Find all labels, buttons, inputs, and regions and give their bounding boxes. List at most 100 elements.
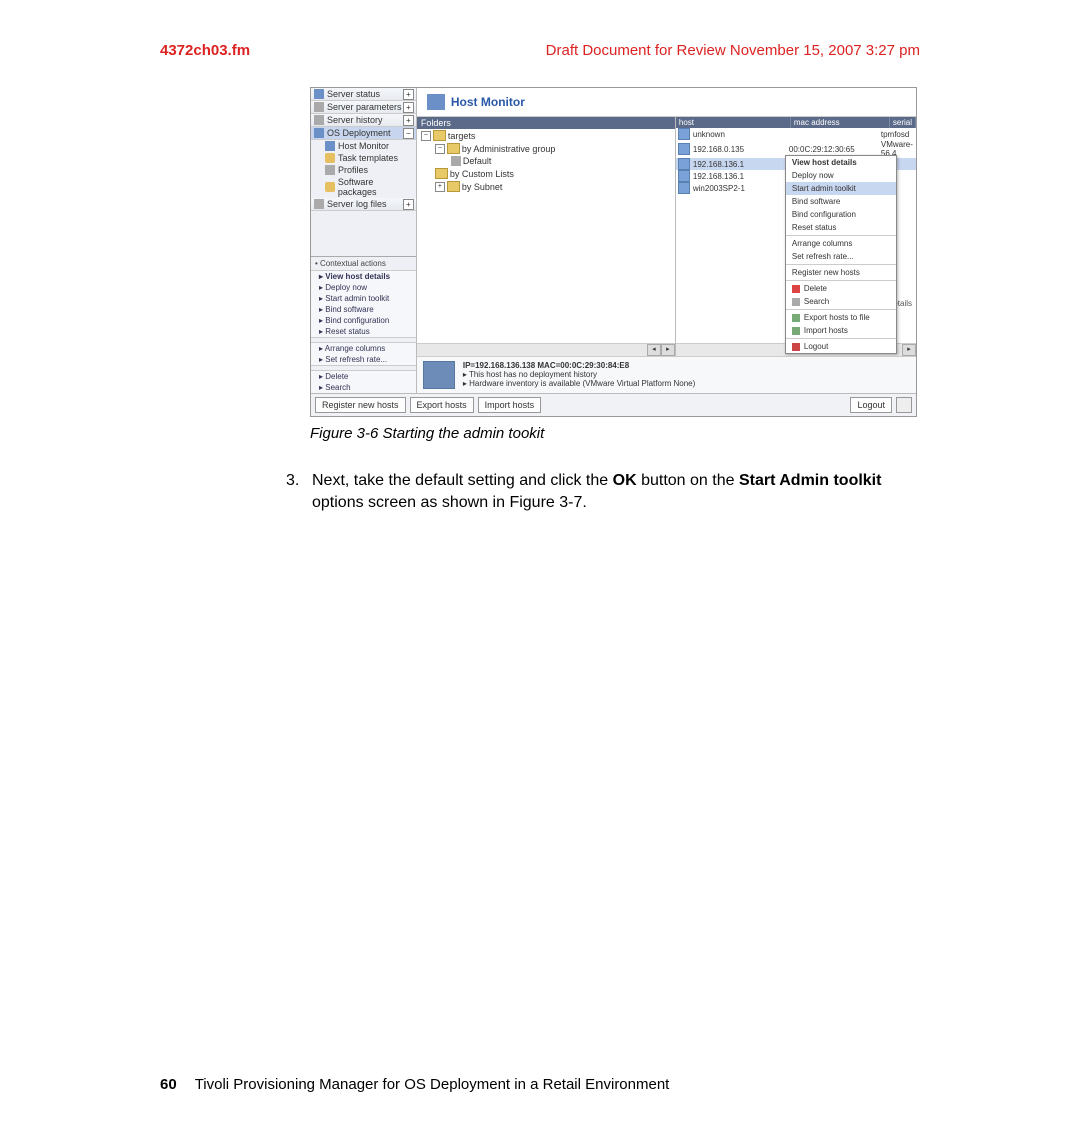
folder-icon: [447, 143, 460, 154]
minus-icon[interactable]: −: [421, 131, 431, 141]
server-icon: [314, 89, 324, 99]
plus-icon[interactable]: +: [435, 182, 445, 192]
col-host[interactable]: host: [676, 117, 791, 128]
package-icon: [325, 182, 335, 192]
menu-export[interactable]: Export hosts to file: [786, 311, 896, 324]
col-mac[interactable]: mac address: [791, 117, 890, 128]
scroll-left-icon[interactable]: ◂: [647, 344, 661, 356]
menu-bind-cfg[interactable]: Bind configuration: [786, 208, 896, 221]
collapse-icon[interactable]: −: [403, 128, 414, 139]
page-number: 60: [160, 1076, 177, 1093]
nav-server-params[interactable]: Server parameters+: [311, 101, 416, 114]
params-icon: [314, 102, 324, 112]
page-header: 4372ch03.fm Draft Document for Review No…: [0, 0, 1080, 59]
figure-caption: Figure 3-6 Starting the admin tookit: [310, 425, 1080, 442]
menu-register[interactable]: Register new hosts: [786, 266, 896, 279]
folders-panel: Folders −targets −by Administrative grou…: [417, 117, 676, 356]
tree-default[interactable]: Default: [417, 155, 675, 167]
history-icon: [314, 115, 324, 125]
menu-delete[interactable]: Delete: [786, 282, 896, 295]
template-icon: [325, 153, 335, 163]
export-button[interactable]: Export hosts: [410, 397, 474, 413]
nav-sub-label: Profiles: [338, 165, 368, 175]
info-inventory: ▸ Hardware inventory is available (VMwar…: [463, 379, 695, 388]
folders-header: Folders: [417, 117, 675, 129]
nav-server-log[interactable]: Server log files +: [311, 198, 416, 211]
folder-icon: [447, 181, 460, 192]
host-row[interactable]: unknowntpmfosd: [676, 128, 916, 140]
host-icon: [678, 128, 690, 140]
host-icon: [678, 143, 690, 155]
computer-icon: [423, 361, 455, 389]
ctx-start-admin[interactable]: ▸ Start admin toolkit: [311, 293, 416, 304]
ctx-refresh[interactable]: ▸ Set refresh rate...: [311, 354, 416, 365]
scroll-right-icon[interactable]: ▸: [902, 344, 916, 356]
menu-search[interactable]: Search: [786, 295, 896, 308]
folders-scrollbar[interactable]: ▸◂: [417, 343, 675, 356]
nav-server-history[interactable]: Server history+: [311, 114, 416, 127]
scroll-right-icon[interactable]: ▸: [661, 344, 675, 356]
nav-server-status[interactable]: Server status +: [311, 88, 416, 101]
tree-targets[interactable]: −targets: [417, 129, 675, 142]
ctx-reset[interactable]: ▸ Reset status: [311, 326, 416, 337]
expand-icon[interactable]: +: [403, 199, 414, 210]
ctx-bind-cfg[interactable]: ▸ Bind configuration: [311, 315, 416, 326]
menu-deploy[interactable]: Deploy now: [786, 169, 896, 182]
context-menu: View host details Deploy now Start admin…: [785, 155, 897, 354]
logout-icon: [792, 343, 800, 351]
host-info-band: IP=192.168.136.138 MAC=00:0C:29:30:84:E8…: [417, 356, 916, 393]
nav-sub-label: Task templates: [338, 153, 398, 163]
export-icon: [792, 314, 800, 322]
col-serial[interactable]: serial: [890, 117, 916, 128]
nav-os-deployment[interactable]: OS Deployment−: [311, 127, 416, 140]
menu-import[interactable]: Import hosts: [786, 324, 896, 337]
ctx-search[interactable]: ▸ Search: [311, 382, 416, 393]
menu-reset[interactable]: Reset status: [786, 221, 896, 234]
host-icon: [678, 158, 690, 170]
page-footer: 60 Tivoli Provisioning Manager for OS De…: [160, 1076, 920, 1093]
nav-sub-profiles[interactable]: Profiles: [311, 164, 416, 176]
header-draft-info: Draft Document for Review November 15, 2…: [546, 42, 920, 59]
tree-by-subnet[interactable]: +by Subnet: [417, 180, 675, 193]
host-icon: [678, 170, 690, 182]
menu-view-host[interactable]: View host details: [786, 156, 896, 169]
hosts-header: host mac address serial: [676, 117, 916, 128]
ctx-view-host[interactable]: ▸ View host details: [311, 271, 416, 282]
menu-start-admin[interactable]: Start admin toolkit: [786, 182, 896, 195]
menu-arrange[interactable]: Arrange columns: [786, 237, 896, 250]
expand-icon[interactable]: +: [403, 102, 414, 113]
nav-label: Server status: [327, 89, 380, 99]
panel-title: Host Monitor: [451, 95, 525, 109]
nav-sub-host-monitor[interactable]: Host Monitor: [311, 140, 416, 152]
menu-logout[interactable]: Logout: [786, 340, 896, 353]
ctx-head: • Contextual actions: [311, 257, 416, 271]
title-bar: Host Monitor: [417, 88, 916, 117]
nav-label: Server log files: [327, 199, 387, 209]
ctx-bind-sw[interactable]: ▸ Bind software: [311, 304, 416, 315]
ctx-deploy[interactable]: ▸ Deploy now: [311, 282, 416, 293]
nav-sub-software[interactable]: Software packages: [311, 176, 416, 198]
ctx-delete[interactable]: ▸ Delete: [311, 371, 416, 382]
register-button[interactable]: Register new hosts: [315, 397, 406, 413]
nav-sub-task-templates[interactable]: Task templates: [311, 152, 416, 164]
tree-by-custom[interactable]: by Custom Lists: [417, 167, 675, 180]
menu-bind-sw[interactable]: Bind software: [786, 195, 896, 208]
hosts-panel: host mac address serial unknowntpmfosd 1…: [676, 117, 916, 356]
header-filename: 4372ch03.fm: [160, 42, 250, 59]
info-history: ▸ This host has no deployment history: [463, 370, 695, 379]
group-icon: [451, 156, 461, 166]
left-sidebar: Server status + Server parameters+ Server…: [311, 88, 417, 393]
body-paragraph: 3.Next, take the default setting and cli…: [286, 470, 920, 513]
footer-title: Tivoli Provisioning Manager for OS Deplo…: [195, 1076, 670, 1093]
import-button[interactable]: Import hosts: [478, 397, 542, 413]
tree-by-admin[interactable]: −by Administrative group: [417, 142, 675, 155]
delete-icon: [792, 285, 800, 293]
menu-refresh[interactable]: Set refresh rate...: [786, 250, 896, 263]
minus-icon[interactable]: −: [435, 144, 445, 154]
gear-icon[interactable]: [896, 397, 912, 413]
expand-icon[interactable]: +: [403, 115, 414, 126]
logout-button[interactable]: Logout: [850, 397, 892, 413]
expand-icon[interactable]: +: [403, 89, 414, 100]
list-number: 3.: [286, 470, 312, 492]
ctx-arrange[interactable]: ▸ Arrange columns: [311, 343, 416, 354]
